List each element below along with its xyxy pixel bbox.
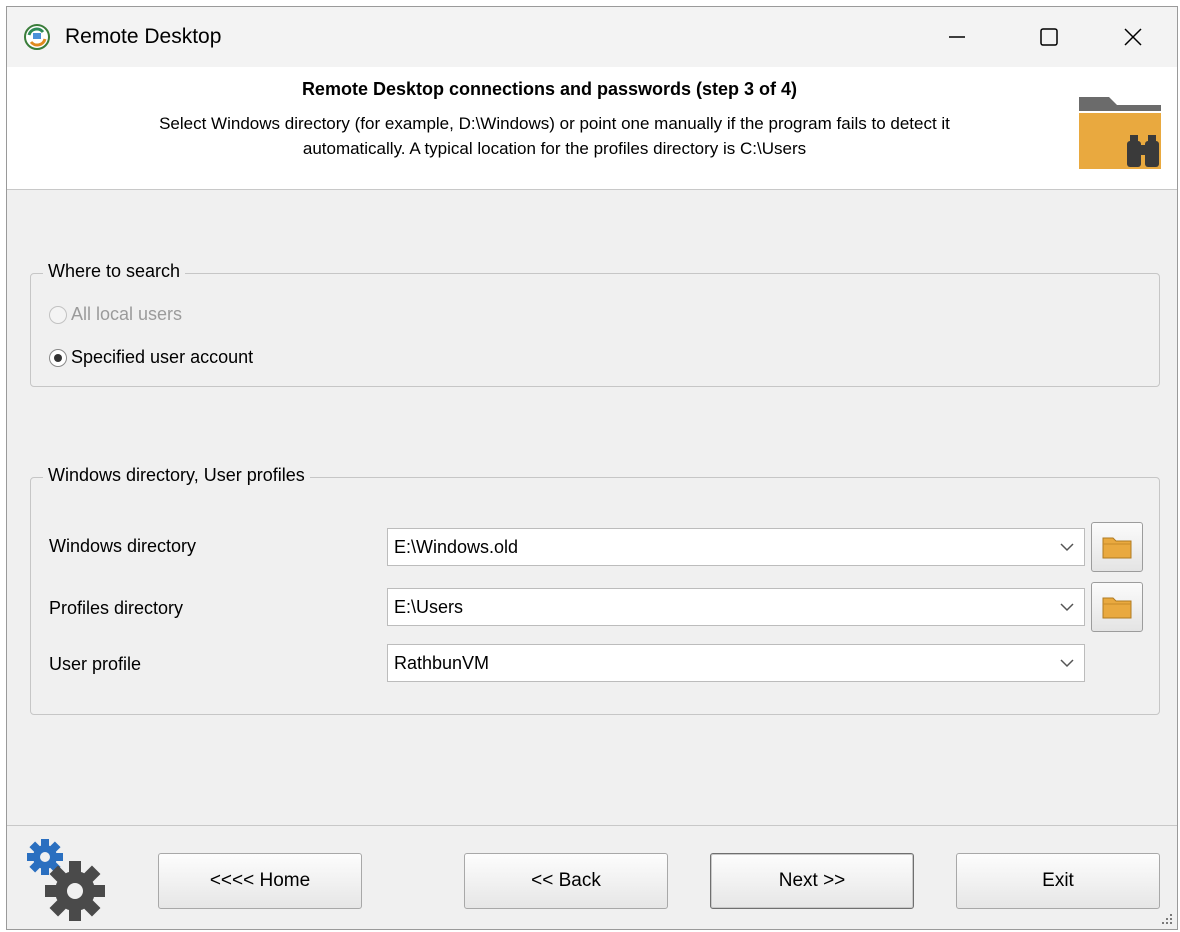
where-to-search-group: Where to search All local users Specifie… xyxy=(30,261,1160,387)
all-local-users-label: All local users xyxy=(71,304,183,324)
windows-directory-combo[interactable]: E:\Windows.old xyxy=(387,528,1085,566)
maximize-icon xyxy=(1040,28,1058,46)
user-profile-label: User profile xyxy=(49,654,142,674)
specified-user-account-option[interactable]: Specified user account xyxy=(49,347,253,368)
step-description: Select Windows directory (for example, D… xyxy=(17,111,1092,161)
all-local-users-radio[interactable] xyxy=(49,305,67,324)
close-icon xyxy=(1124,28,1142,46)
user-profile-combo[interactable]: RathbunVM xyxy=(387,644,1085,682)
exit-button[interactable]: Exit xyxy=(956,853,1160,909)
folder-icon xyxy=(1102,597,1132,619)
windows-directory-dropdown[interactable] xyxy=(1050,542,1084,552)
chevron-down-icon xyxy=(1060,603,1074,612)
app-icon xyxy=(24,24,50,50)
wizard-header: Remote Desktop connections and passwords… xyxy=(7,67,1177,190)
user-profile-value: RathbunVM xyxy=(394,652,490,673)
folder-icon xyxy=(1102,537,1132,559)
step-description-line-2: automatically. A typical location for th… xyxy=(302,139,807,158)
title-bar: Remote Desktop xyxy=(7,7,1177,67)
specified-user-account-radio[interactable] xyxy=(49,348,67,367)
browse-windows-directory-button[interactable] xyxy=(1091,522,1143,572)
window-title: Remote Desktop xyxy=(65,25,222,48)
minimize-button[interactable] xyxy=(911,7,1003,67)
where-to-search-legend: Where to search xyxy=(43,261,186,282)
browse-profiles-directory-button[interactable] xyxy=(1091,582,1143,632)
step-title: Remote Desktop connections and passwords… xyxy=(301,79,798,99)
all-local-users-option[interactable]: All local users xyxy=(49,304,182,325)
close-button[interactable] xyxy=(1087,7,1177,67)
minimize-icon xyxy=(949,36,965,38)
directories-group: Windows directory, User profiles Windows… xyxy=(30,465,1160,715)
specified-user-account-label: Specified user account xyxy=(71,347,254,367)
home-button[interactable]: <<<< Home xyxy=(158,853,362,909)
folder-binoculars-icon xyxy=(1079,97,1161,169)
windows-directory-label: Windows directory xyxy=(49,536,197,556)
profiles-directory-dropdown[interactable] xyxy=(1050,602,1084,612)
profiles-directory-combo[interactable]: E:\Users xyxy=(387,588,1085,626)
footer-separator xyxy=(7,825,1177,826)
back-button[interactable]: << Back xyxy=(464,853,668,909)
windows-directory-value: E:\Windows.old xyxy=(394,536,519,557)
maximize-button[interactable] xyxy=(1003,7,1095,67)
remote-desktop-window: Remote Desktop Remote Desktop connection… xyxy=(6,6,1178,930)
chevron-down-icon xyxy=(1060,543,1074,552)
profiles-directory-label: Profiles directory xyxy=(49,598,184,618)
resize-grip-icon[interactable] xyxy=(1161,913,1173,925)
user-profile-dropdown[interactable] xyxy=(1050,658,1084,668)
gears-icon xyxy=(27,839,105,921)
profiles-directory-value: E:\Users xyxy=(394,596,464,617)
directories-legend: Windows directory, User profiles xyxy=(43,465,310,486)
next-button[interactable]: Next >> xyxy=(710,853,914,909)
step-description-line-1: Select Windows directory (for example, D… xyxy=(159,114,950,133)
chevron-down-icon xyxy=(1060,659,1074,668)
